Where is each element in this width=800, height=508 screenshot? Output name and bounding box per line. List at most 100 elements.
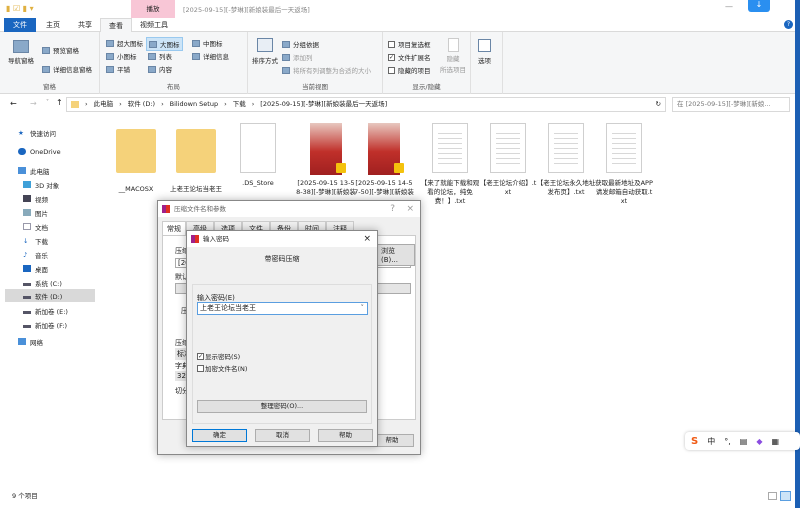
- context-tab-play[interactable]: 播放: [131, 0, 175, 18]
- details-view-toggle[interactable]: [768, 492, 777, 500]
- ok-button[interactable]: 确定: [192, 429, 247, 442]
- nav-videos[interactable]: 视频: [23, 192, 48, 205]
- forward-button[interactable]: →: [30, 99, 37, 108]
- item-checkboxes-toggle[interactable]: 项目复选框: [388, 39, 431, 49]
- file-item[interactable]: 【来了就能下载和观看的论坛，纯免费！】.txt: [420, 123, 480, 206]
- chevron-down-icon[interactable]: ˅: [361, 303, 365, 314]
- title-bar: ▮ ☑ ▮ ▾ 播放 [2025-09-15][-梦琳][新娘装最后一天返场] …: [0, 0, 795, 18]
- layout-tiles[interactable]: 平铺: [106, 64, 130, 74]
- fit-columns-button[interactable]: 将所有列调整为合适的大小: [282, 65, 371, 75]
- file-extensions-toggle[interactable]: ✓ 文件扩展名: [388, 52, 431, 62]
- nav-downloads[interactable]: ↓ 下载: [23, 234, 48, 247]
- file-item[interactable]: 获取最新地址及APP请发邮箱自动获取.txt: [594, 123, 654, 206]
- nav-drive-e[interactable]: 新加卷 (E:): [23, 304, 68, 317]
- tab-file[interactable]: 文件: [4, 18, 36, 32]
- cancel-button[interactable]: 取消: [255, 429, 310, 442]
- skin-icon[interactable]: ◆: [756, 437, 762, 446]
- download-button[interactable]: ↓: [748, 0, 770, 12]
- separator: ›: [119, 100, 122, 108]
- large-icons-view-toggle[interactable]: [780, 491, 791, 501]
- music-icon: ♪: [23, 251, 28, 259]
- file-item[interactable]: [2025-09-15 14-57-50][-梦琳][新娘装最后...: [354, 123, 414, 197]
- encrypt-filenames-checkbox[interactable]: 加密文件名(N): [197, 363, 247, 373]
- nav-this-pc[interactable]: 此电脑: [18, 164, 50, 177]
- status-bar: 9 个项目: [0, 490, 795, 508]
- file-item[interactable]: __MACOSX: [106, 123, 166, 194]
- browse-button[interactable]: 浏览(B)...: [377, 244, 415, 266]
- winrar-icon: [191, 235, 199, 243]
- file-item[interactable]: [2025-09-15 13-58-38][-梦琳][新娘装最后...: [296, 123, 356, 197]
- options-button[interactable]: 选项: [478, 39, 491, 65]
- password-input[interactable]: 上老王论坛当老王 ˅: [197, 302, 368, 315]
- tab-home[interactable]: 主页: [38, 18, 68, 32]
- nav-drive-c[interactable]: 系统 (C:): [23, 276, 62, 289]
- keyboard-icon[interactable]: ▤: [740, 437, 748, 446]
- add-column-icon: [282, 53, 290, 61]
- nav-quick-access[interactable]: ★ 快速访问: [18, 126, 56, 139]
- layout-content[interactable]: 内容: [148, 64, 172, 74]
- search-input[interactable]: 在 [2025-09-15][-梦琳][新娘...: [672, 97, 790, 112]
- layout-list[interactable]: 列表: [148, 51, 172, 61]
- file-item[interactable]: 上老王论坛当老王: [166, 123, 226, 194]
- nav-drive-f[interactable]: 新加卷 (F:): [23, 318, 67, 331]
- tab-view[interactable]: 查看: [100, 18, 132, 32]
- breadcrumb-item[interactable]: Bilidown Setup: [170, 98, 218, 111]
- text-file-icon: [432, 123, 468, 173]
- preview-icon: [42, 46, 50, 54]
- up-button[interactable]: ↑: [56, 98, 63, 107]
- minimize-button[interactable]: —: [725, 2, 733, 11]
- add-column-button[interactable]: 添加列: [282, 52, 313, 62]
- hidden-items-toggle[interactable]: 隐藏的项目: [388, 65, 431, 75]
- hide-selected-button[interactable]: 隐藏 所选项目: [440, 38, 466, 74]
- nav-pane-icon: [13, 40, 29, 53]
- nav-network[interactable]: 网络: [18, 335, 43, 348]
- punctuation-icon[interactable]: °,: [724, 437, 731, 446]
- nav-onedrive[interactable]: OneDrive: [18, 145, 61, 158]
- address-bar-row: ← → ˅ ↑ › 此电脑 › 软件 (D:) › Bilidown Setup › 下…: [0, 95, 795, 115]
- back-button[interactable]: ←: [10, 99, 17, 108]
- breadcrumb-item[interactable]: 下载: [233, 98, 246, 111]
- recent-dropdown[interactable]: ˅: [46, 99, 49, 106]
- layout-medium[interactable]: 中图标: [192, 38, 223, 48]
- tab-video-tools[interactable]: 视频工具: [132, 18, 176, 32]
- breadcrumb-item[interactable]: [2025-09-15][-梦琳][新娘装最后一天返场]: [260, 98, 387, 111]
- nav-3d[interactable]: 3D 对象: [23, 178, 59, 191]
- refresh-icon[interactable]: ↻: [656, 98, 661, 111]
- nav-pane-button[interactable]: 导航窗格: [8, 40, 34, 65]
- close-button[interactable]: ? ×: [390, 201, 414, 217]
- details-pane-button[interactable]: 详细信息窗格: [42, 64, 92, 74]
- group-by-button[interactable]: 分组依据: [282, 39, 319, 49]
- breadcrumb-item[interactable]: 此电脑: [94, 98, 114, 111]
- preview-pane-button[interactable]: 预览窗格: [42, 45, 79, 55]
- archive-dialog-title: 压缩文件名和参数? ×: [158, 201, 420, 217]
- organize-passwords-button[interactable]: 整理密码(O)...: [197, 400, 367, 413]
- star-icon: ★: [18, 129, 24, 137]
- separator: ›: [251, 100, 255, 108]
- quick-access-toolbar[interactable]: ▮ ☑ ▮ ▾: [6, 4, 61, 14]
- ime-mode-toggle[interactable]: 中: [707, 436, 715, 447]
- layout-small[interactable]: 小图标: [106, 51, 137, 61]
- show-password-checkbox[interactable]: ✓ 显示密码(S): [197, 351, 240, 361]
- file-item[interactable]: 【老王论坛永久地址发布页】.txt: [536, 123, 596, 197]
- nav-music[interactable]: ♪ 音乐: [23, 248, 48, 261]
- sort-button[interactable]: 排序方式: [252, 38, 278, 65]
- toolbox-icon[interactable]: ▦: [771, 437, 779, 446]
- layout-details[interactable]: 详细信息: [192, 51, 229, 61]
- current-view-label: 当前视图: [302, 83, 328, 91]
- close-button[interactable]: ×: [363, 231, 371, 247]
- nav-desktop[interactable]: 桌面: [23, 262, 48, 275]
- file-item[interactable]: 【老王论坛介绍】.txt: [478, 123, 538, 197]
- breadcrumb-item[interactable]: 软件 (D:): [128, 98, 155, 111]
- nav-documents[interactable]: 文档: [23, 220, 48, 233]
- help-button[interactable]: 帮助: [318, 429, 373, 442]
- layout-extra-large[interactable]: 超大图标: [106, 38, 143, 48]
- layout-large[interactable]: 大图标: [146, 37, 183, 51]
- tab-share[interactable]: 共享: [70, 18, 100, 32]
- nav-pictures[interactable]: 图片: [23, 206, 48, 219]
- address-input[interactable]: › 此电脑 › 软件 (D:) › Bilidown Setup › 下载 › [2025…: [66, 97, 666, 112]
- sogou-logo[interactable]: S: [691, 436, 698, 447]
- help-icon[interactable]: ?: [784, 20, 793, 29]
- checkbox: [388, 66, 395, 74]
- nav-drive-d[interactable]: 软件 (D:): [5, 289, 95, 302]
- file-item[interactable]: .DS_Store: [228, 123, 288, 188]
